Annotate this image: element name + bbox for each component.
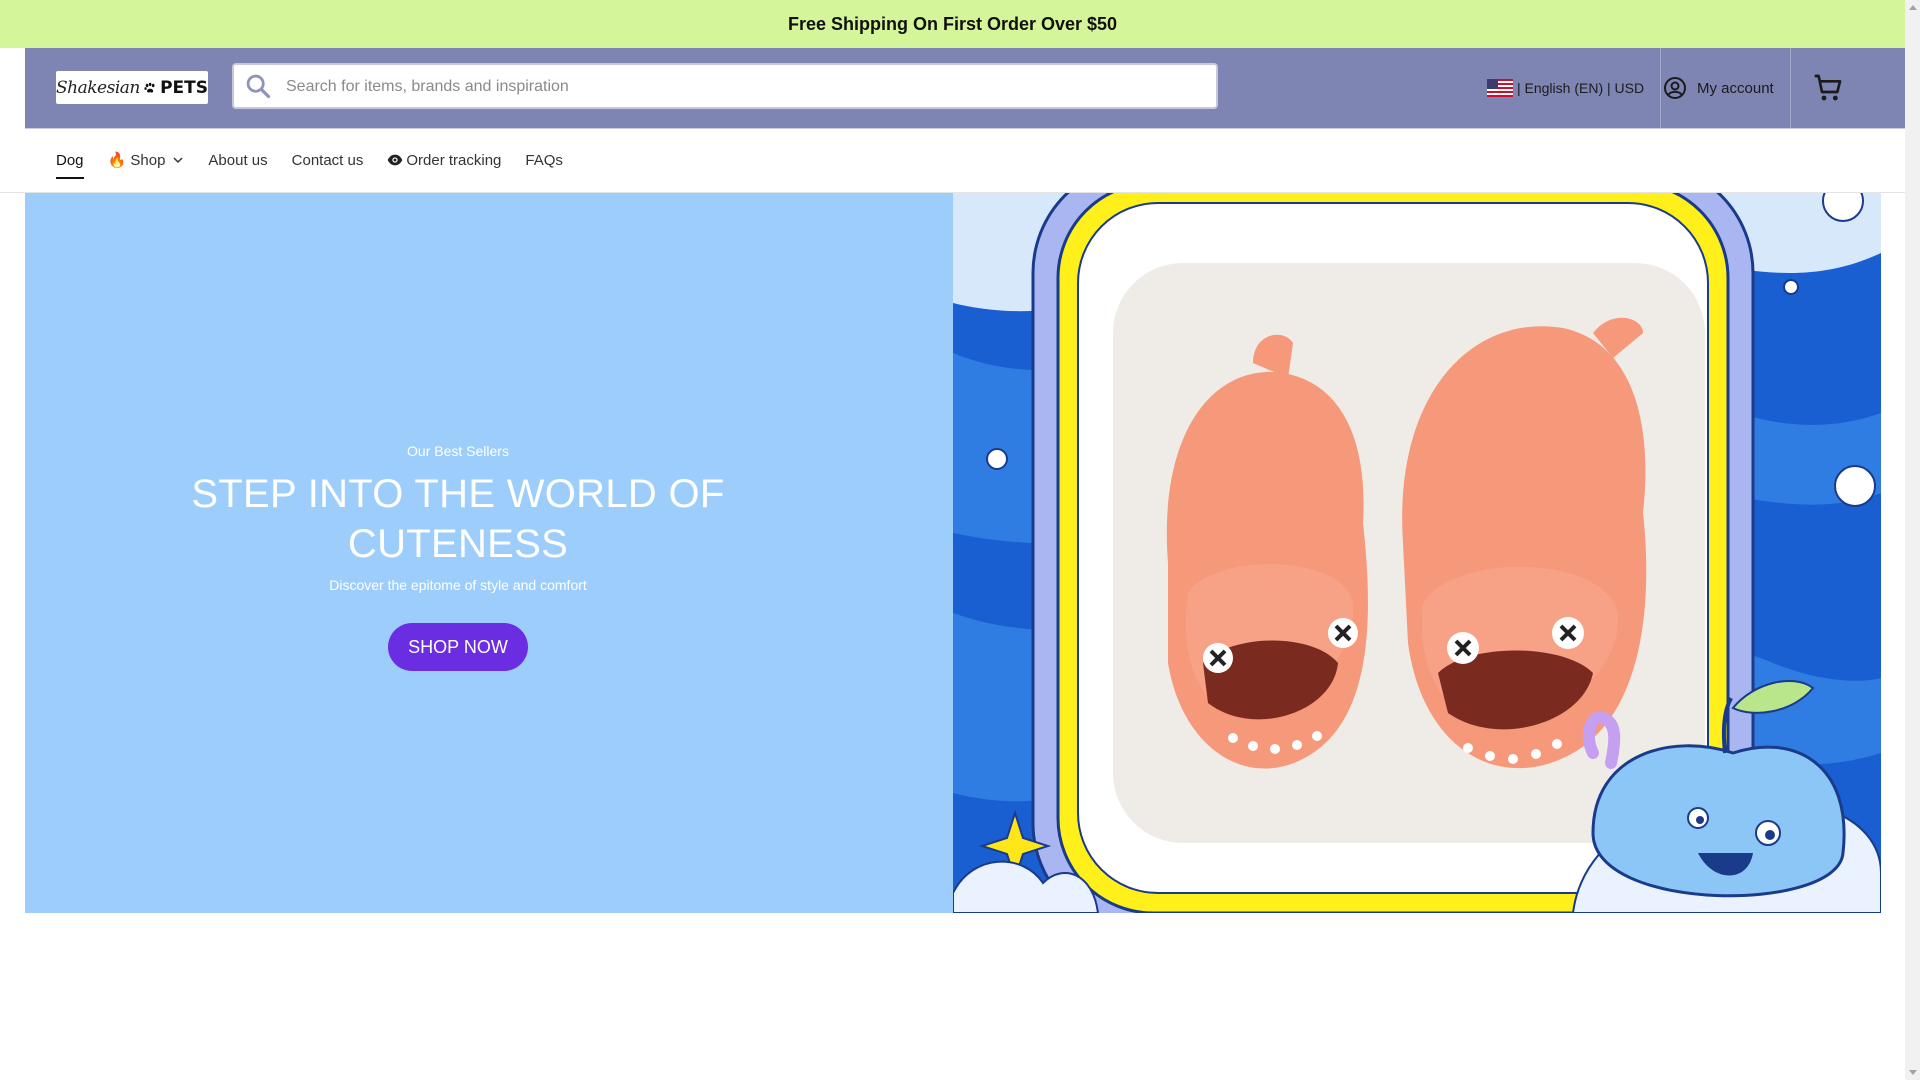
locale-text: | English (EN) | USD [1517, 80, 1645, 96]
nav-label: FAQs [525, 151, 563, 169]
nav-item-order-tracking[interactable]: Order tracking [387, 140, 501, 180]
nav-label: About us [208, 151, 268, 169]
search-box [232, 63, 1218, 109]
paw-icon [144, 82, 155, 93]
vertical-scrollbar[interactable] [1905, 0, 1920, 1080]
hero-text-panel: Our Best Sellers STEP INTO THE WORLD OF … [25, 193, 953, 913]
announcement-bar: Free Shipping On First Order Over $50 [0, 0, 1905, 48]
nav-item-dog[interactable]: Dog [56, 140, 84, 180]
nav-item-shop[interactable]: 🔥 Shop [108, 140, 185, 180]
nav-label: Order tracking [406, 151, 502, 169]
shark-slippers-illustration [953, 193, 1881, 913]
hero-content: Our Best Sellers STEP INTO THE WORLD OF … [25, 443, 891, 671]
nav-item-faqs[interactable]: FAQs [525, 140, 563, 180]
account-circle-icon [1664, 77, 1686, 99]
search-icon[interactable] [244, 72, 272, 100]
site-header: Shakesian PETS Search for items, brands … [25, 48, 1905, 129]
my-account-label: My account [1697, 79, 1774, 97]
announcement-text: Free Shipping On First Order Over $50 [787, 13, 1118, 34]
my-account-link[interactable]: My account [1663, 48, 1791, 128]
eye-icon [388, 154, 403, 166]
hero-kicker: Our Best Sellers [407, 443, 509, 459]
scroll-up-arrow-icon[interactable] [1909, 5, 1917, 10]
us-flag-icon [1487, 79, 1513, 97]
chevron-down-icon [173, 157, 183, 164]
nav-item-about-us[interactable]: About us [208, 140, 267, 180]
nav-label: Contact us [291, 151, 364, 169]
nav-item-contact-us[interactable]: Contact us [292, 140, 364, 180]
search-input[interactable] [284, 65, 1208, 109]
nav-label: Dog [56, 151, 84, 169]
hero-title: STEP INTO THE WORLD OF CUTENESS [191, 472, 725, 566]
hero-product-image [953, 193, 1881, 913]
store-logo[interactable]: Shakesian PETS [56, 71, 208, 104]
main-nav: Dog 🔥 Shop About us Contact us Order tra… [56, 140, 563, 180]
logo-script-text: Shakesian [56, 77, 140, 98]
locale-selector[interactable]: | English (EN) | USD [1487, 48, 1662, 128]
logo-bold-text: PETS [160, 77, 208, 98]
scroll-down-arrow-icon[interactable] [1909, 1070, 1917, 1075]
page: Free Shipping On First Order Over $50 Sh… [0, 0, 1905, 1080]
shop-now-button[interactable]: SHOP NOW [388, 623, 528, 671]
cart-icon[interactable] [1812, 72, 1844, 104]
nav-label: 🔥 Shop [107, 152, 166, 169]
hero-subtitle: Discover the epitome of style and comfor… [329, 577, 587, 593]
